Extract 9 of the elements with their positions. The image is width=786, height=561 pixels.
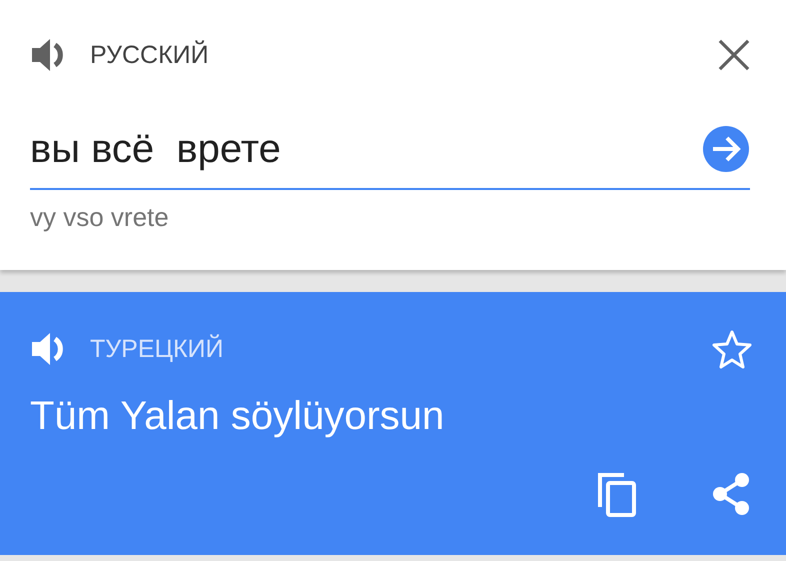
share-icon[interactable]: [710, 471, 752, 517]
copy-icon[interactable]: [596, 471, 638, 517]
transliteration: vy vso vrete: [30, 202, 170, 233]
star-icon[interactable]: [712, 329, 752, 369]
input-field[interactable]: вы всё врете: [30, 110, 750, 190]
target-language: ТУРЕЦКИЙ: [90, 334, 224, 364]
source-language: РУССКИЙ: [90, 40, 210, 70]
close-icon[interactable]: [718, 39, 750, 71]
translation-text: Tüm Yalan söylüyorsun: [30, 394, 446, 439]
